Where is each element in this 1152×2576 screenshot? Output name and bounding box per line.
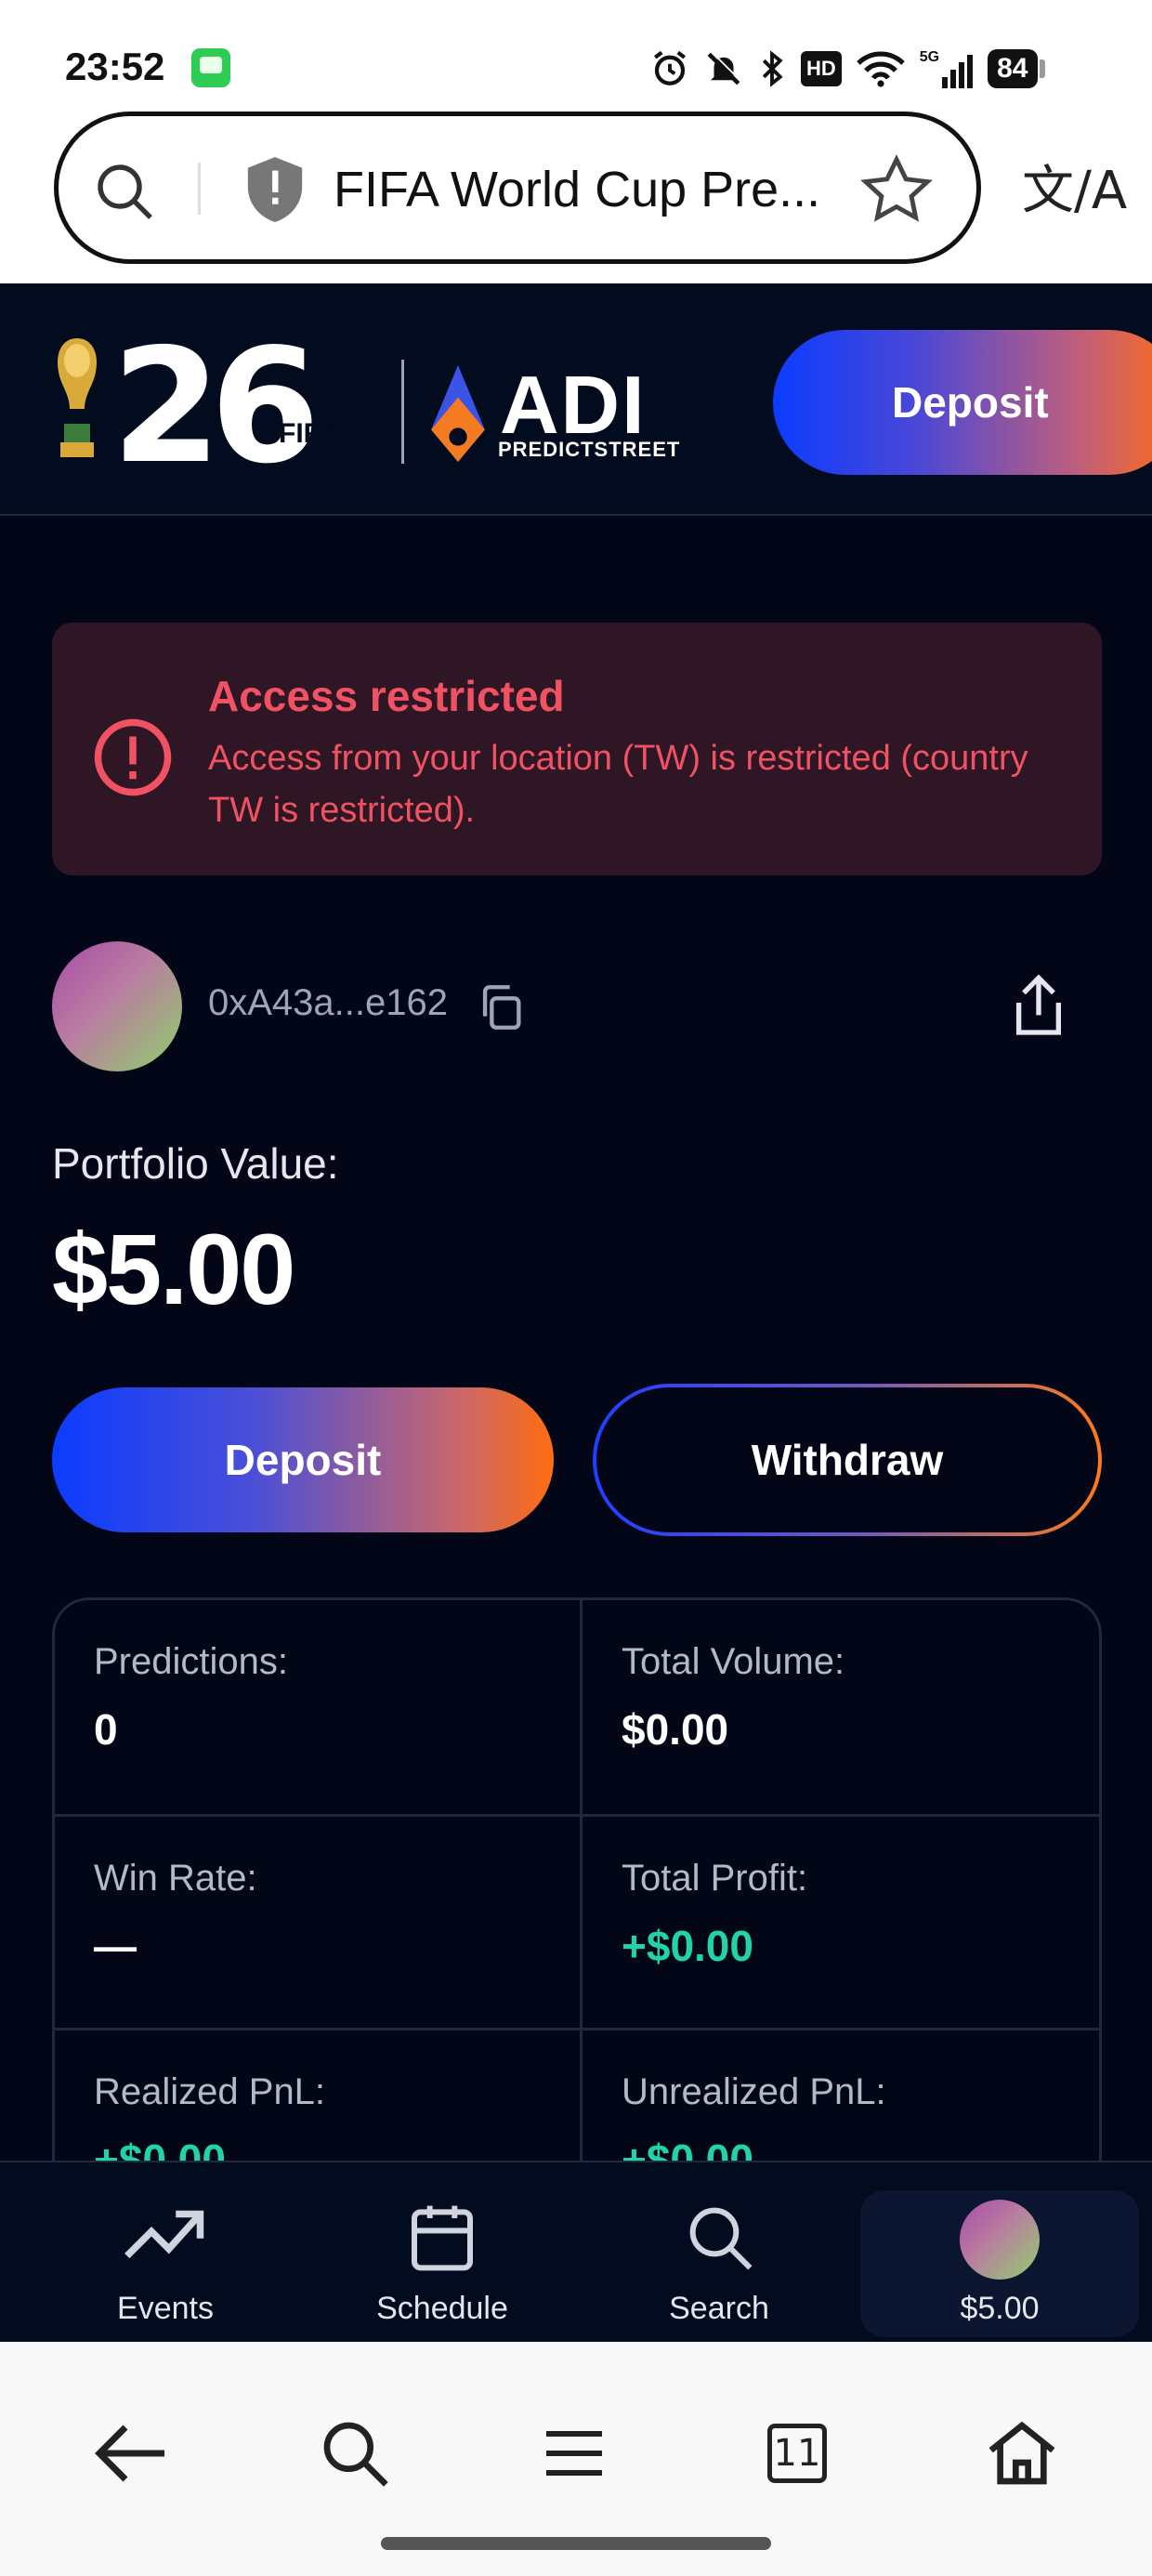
stat-value: 0 [94,1705,118,1754]
stat-value: +$0.00 [622,2136,753,2161]
access-restricted-alert: Access restricted Access from your locat… [52,623,1102,875]
stat-value: $0.00 [622,1705,729,1754]
stat-total-profit: Total Profit: +$0.00 [580,1814,1099,2028]
stat-label: Realized PnL: [94,2071,326,2112]
stat-label: Total Profit: [622,1858,808,1899]
header-deposit-button[interactable]: Deposit [773,330,1152,475]
tabs-button[interactable]: 11 [741,2398,853,2509]
avatar [960,2200,1040,2280]
share-icon[interactable] [1009,973,1068,1040]
stat-realized-pnl: Realized PnL: +$0.00 [55,2028,580,2161]
wifi-icon [856,51,905,87]
home-indicator[interactable] [381,2537,771,2550]
portfolio-value-label: Portfolio Value: [52,1139,339,1188]
nav-search[interactable]: Search [580,2162,858,2344]
menu-button[interactable] [518,2398,630,2509]
portfolio-value: $5.00 [52,1213,295,1325]
hd-badge: HD [801,51,842,86]
withdraw-button-label: Withdraw [596,1387,1098,1532]
status-bar: 23:52 HD 5G 84 [0,0,1152,102]
search-icon [689,2207,753,2270]
nav-events[interactable]: Events [26,2162,305,2344]
stat-label: Unrealized PnL: [622,2071,886,2112]
bookmark-star-icon[interactable] [857,151,936,230]
back-button[interactable] [76,2398,188,2509]
stat-value: +$0.00 [622,1922,753,1970]
alarm-icon [653,50,687,85]
translate-icon[interactable]: 文/A [1022,149,1127,224]
stat-value: +$0.00 [94,2136,226,2161]
deposit-button[interactable]: Deposit [52,1387,554,1532]
shield-icon[interactable] [242,153,308,226]
nav-label: $5.00 [960,2291,1040,2326]
stat-predictions: Predictions: 0 [55,1600,580,1814]
alert-circle-icon [94,718,172,796]
copy-icon[interactable] [474,980,528,1034]
nav-label: Schedule [376,2291,508,2326]
nav-portfolio[interactable]: $5.00 [860,2190,1139,2337]
calendar-icon [412,2205,473,2271]
status-icons: HD 5G 84 [650,45,1045,93]
stat-unrealized-pnl: Unrealized PnL: +$0.00 [580,2028,1099,2161]
logo-predictstreet: PREDICTSTREET [498,438,681,461]
tab-count: 11 [767,2424,827,2483]
alert-title: Access restricted [208,672,565,720]
stat-value: — [94,1922,137,1970]
stat-total-volume: Total Volume: $0.00 [580,1600,1099,1814]
stat-label: Total Volume: [622,1641,845,1682]
search-icon[interactable] [92,159,159,226]
portfolio-page: Access restricted Access from your locat… [0,516,1152,2161]
battery-indicator: 84 [988,49,1045,88]
stat-win-rate: Win Rate: — [55,1814,580,2028]
home-button[interactable] [966,2398,1078,2509]
nav-label: Events [117,2291,214,2326]
nav-schedule[interactable]: Schedule [303,2162,582,2344]
app-bottom-nav: Events Schedule Search $5.00 [0,2161,1152,2342]
back-arrow-icon [95,2425,164,2482]
avatar [52,941,182,1071]
stats-grid: Predictions: 0 Total Volume: $0.00 Win R… [52,1597,1102,2161]
stat-label: Predictions: [94,1641,288,1682]
address-bar[interactable]: FIFA World Cup Pre... [54,112,981,264]
messages-notification-icon [191,48,230,87]
network-label: 5G [919,49,940,65]
battery-level: 84 [988,49,1038,88]
trending-up-icon [124,2210,204,2259]
logo-fifa: FIFA [279,418,339,449]
withdraw-button[interactable]: Withdraw [593,1384,1102,1536]
trophy-icon [57,338,98,457]
nav-label: Search [669,2291,769,2326]
signal-5g-icon: 5G [919,49,974,88]
mute-bell-icon [707,51,741,85]
status-time: 23:52 [65,45,165,88]
home-icon [988,2421,1055,2485]
page-title[interactable]: FIFA World Cup Pre... [334,161,854,218]
logo-26: 26 [111,315,321,499]
bluetooth-icon [762,50,783,87]
menu-icon [546,2431,602,2476]
alert-message: Access from your location (TW) is restri… [208,739,1028,830]
stat-label: Win Rate: [94,1858,257,1899]
search-icon [323,2422,388,2487]
search-button[interactable] [299,2398,411,2509]
browser-toolbar: FIFA World Cup Pre... 文/A [0,102,1152,283]
site-header: 26 FIFA ADI PREDICTSTREET Deposit [0,283,1152,516]
adi-flame-icon [431,365,485,462]
wallet-address: 0xA43a...e162 [208,982,448,1023]
